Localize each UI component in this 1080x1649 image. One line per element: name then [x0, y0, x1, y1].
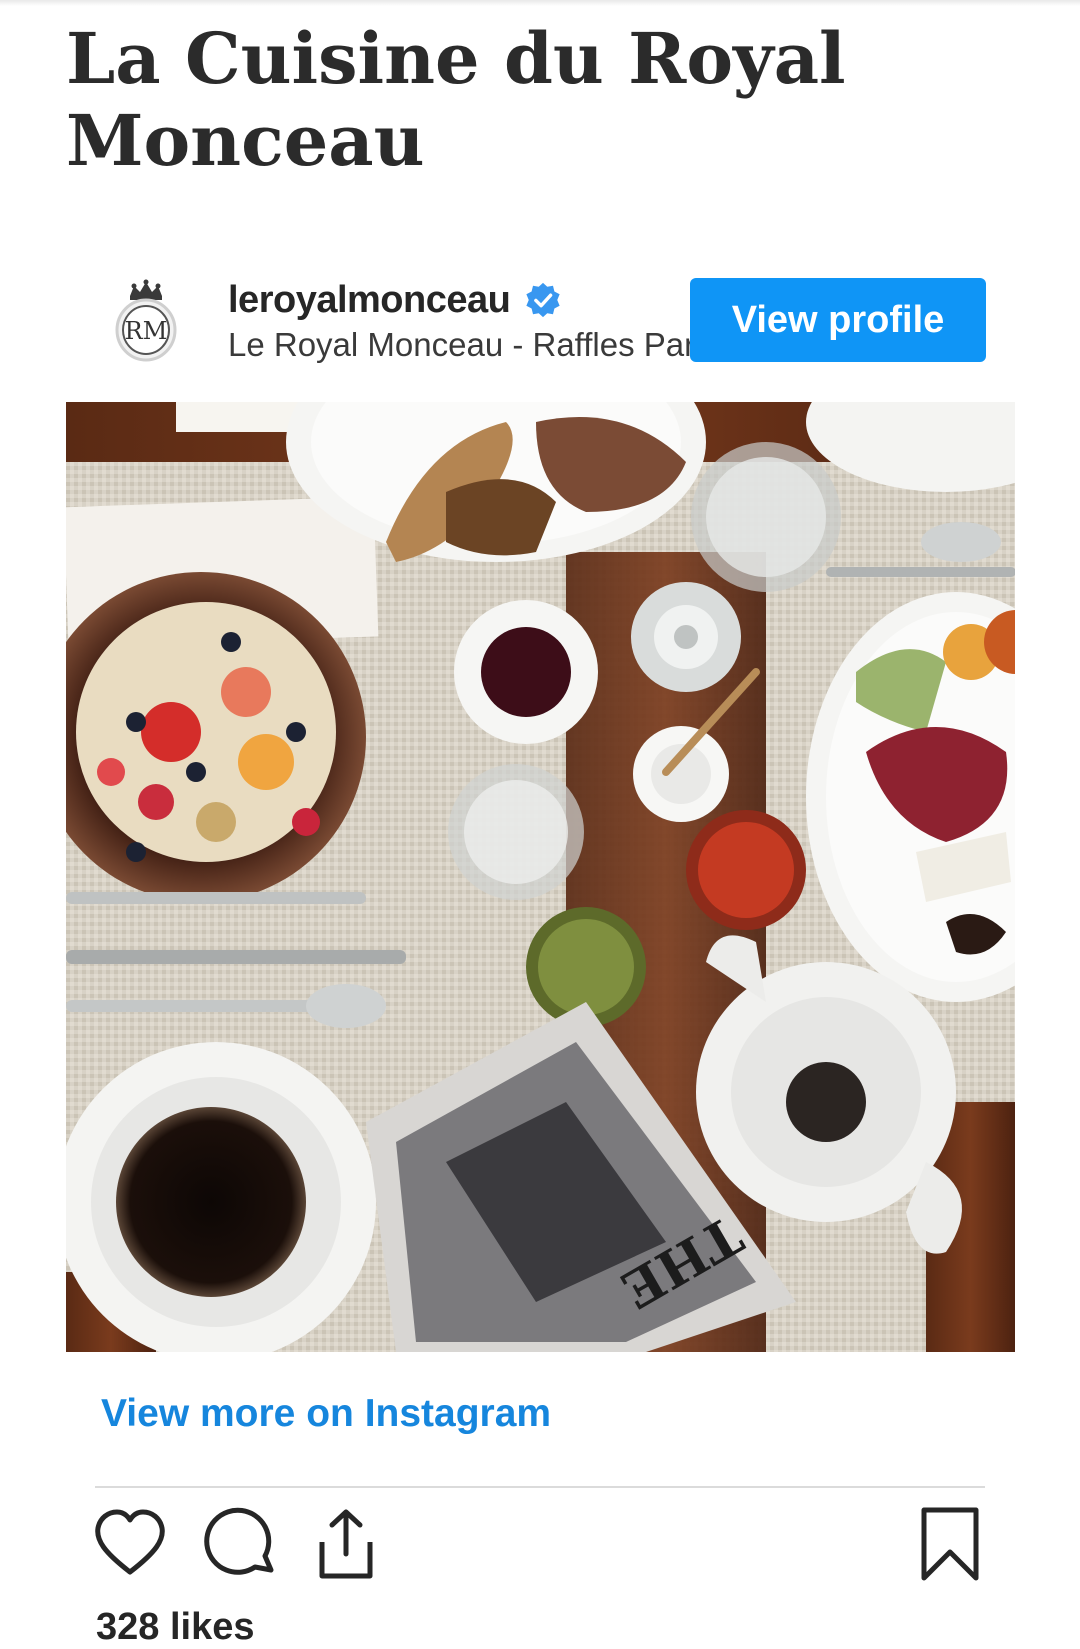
- username-row: leroyalmonceau: [228, 276, 562, 324]
- likes-count[interactable]: 328 likes: [96, 1606, 254, 1649]
- avatar[interactable]: RM: [112, 278, 180, 362]
- article-title: La Cuisine du Royal Monceau: [66, 17, 846, 182]
- view-profile-button[interactable]: View profile: [690, 278, 986, 362]
- breakfast-table-photo: THE: [66, 402, 1015, 1352]
- rm-monogram-crest-icon: RM: [115, 279, 177, 362]
- account-display-name: Le Royal Monceau - Raffles Paris: [228, 326, 718, 363]
- top-shadow: [0, 0, 1080, 6]
- verified-badge-icon: [526, 282, 560, 318]
- username-link[interactable]: leroyalmonceau: [228, 279, 511, 322]
- avatar-monogram: RM: [125, 317, 168, 345]
- bookmark-icon[interactable]: [912, 1506, 988, 1582]
- divider: [95, 1486, 985, 1488]
- share-icon[interactable]: [308, 1506, 384, 1582]
- instagram-embed-header: RM leroyalmonceau Le Royal Monceau - Raf…: [66, 272, 986, 392]
- view-more-on-instagram-link[interactable]: View more on Instagram: [101, 1392, 551, 1436]
- comment-bubble-icon[interactable]: [203, 1506, 279, 1582]
- heart-icon[interactable]: [92, 1506, 168, 1582]
- post-image[interactable]: THE: [66, 402, 1015, 1352]
